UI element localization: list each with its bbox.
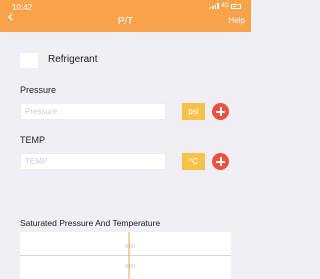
status-time: 10:42 bbox=[12, 3, 33, 12]
navbar: 10:42 4G ‹ P/T Help bbox=[0, 0, 251, 32]
temp-unit-button[interactable]: °C bbox=[182, 153, 205, 170]
page-title: P/T bbox=[117, 16, 134, 27]
refrigerant-checkbox[interactable] bbox=[20, 53, 38, 68]
pressure-add-button[interactable] bbox=[212, 103, 229, 120]
chart-top-value: 0.00 bbox=[125, 244, 135, 250]
pressure-unit-button[interactable]: psi bbox=[182, 103, 205, 120]
help-button[interactable]: Help bbox=[229, 16, 245, 25]
chart-title: Saturated Pressure And Temperature bbox=[20, 218, 161, 228]
network-type: 4G bbox=[220, 3, 229, 9]
refrigerant-label: Refrigerant bbox=[48, 54, 98, 65]
temp-add-button[interactable] bbox=[212, 153, 229, 170]
temp-input[interactable]: TEMP bbox=[20, 153, 166, 170]
battery-icon bbox=[231, 3, 241, 9]
refrigerant-row[interactable]: Refrigerant bbox=[0, 48, 251, 72]
temp-label: TEMP bbox=[20, 135, 46, 145]
pressure-label: Pressure bbox=[20, 85, 57, 95]
signal-icon bbox=[209, 3, 219, 9]
pressure-input[interactable]: Pressure bbox=[20, 103, 166, 120]
status-indicators: 4G bbox=[209, 3, 241, 9]
chart-bottom-value: 0.00 bbox=[125, 264, 135, 270]
pt-chart: 0.00 0.00 bbox=[20, 232, 231, 279]
